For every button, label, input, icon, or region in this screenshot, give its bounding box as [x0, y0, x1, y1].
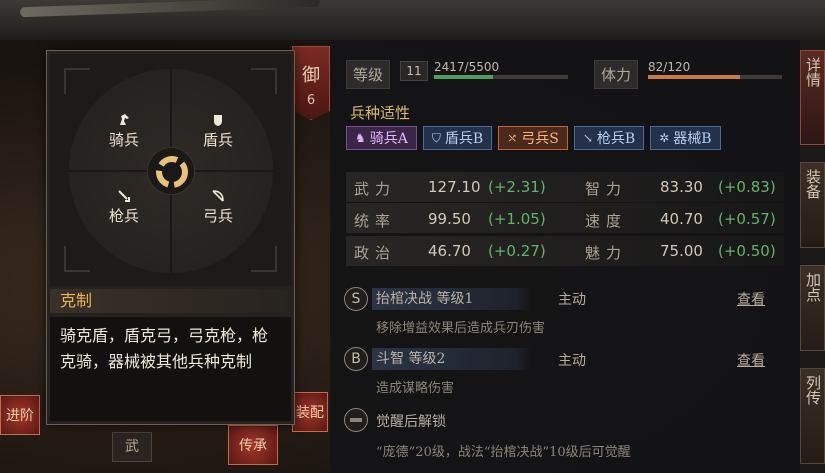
- corner-ornament: [64, 68, 90, 94]
- exp-text: 2417/5500: [434, 60, 500, 74]
- equipment-tab[interactable]: 装备: [800, 162, 825, 248]
- skill-view-link[interactable]: 查看: [737, 350, 765, 370]
- bow-icon: [212, 190, 224, 202]
- stat-value-politics: 46.70: [428, 242, 471, 260]
- defense-tag: 御 6: [292, 46, 330, 120]
- stat-bonus-speed: (+0.57): [718, 210, 776, 228]
- stat-bonus-politics: (+0.27): [488, 242, 546, 260]
- defense-value: 6: [306, 93, 316, 108]
- inherit-button-label: 传承: [239, 438, 267, 454]
- stamina-bar-fill: [648, 75, 740, 79]
- wheel-unit-label: 弓兵: [202, 207, 233, 225]
- stat-value-charisma: 75.00: [660, 242, 703, 260]
- awaken-lock-icon: [344, 408, 368, 432]
- corner-ornament: [251, 246, 277, 272]
- stat-value-speed: 40.70: [660, 210, 703, 228]
- stat-name-charisma: 魅力: [585, 244, 628, 262]
- skill-view-link[interactable]: 查看: [737, 289, 765, 309]
- skill-grade-badge: S: [344, 287, 368, 311]
- wheel-unit-bow: 弓兵: [188, 189, 248, 226]
- wheel-unit-label: 盾兵: [202, 131, 233, 149]
- skill-description: 移除增益效果后造成兵刃伤害: [376, 321, 546, 336]
- counter-tooltip: 骑兵 盾兵 枪兵 弓兵 克制 骑克盾，盾克弓，弓克枪，枪克骑，器械被其他兵种克制: [46, 50, 295, 425]
- stat-bonus-charisma: (+0.50): [718, 242, 776, 260]
- troop-chip-shield[interactable]: ⛉ 盾兵B: [422, 126, 493, 150]
- stat-bonus-force: (+2.31): [488, 178, 546, 196]
- troop-chip-cavalry[interactable]: ♞ 骑兵A: [346, 126, 417, 150]
- advance-button-label: 进阶: [6, 408, 34, 424]
- troop-chip-label: 盾兵B: [444, 131, 484, 147]
- wheel-unit-label: 骑兵: [108, 131, 139, 149]
- wheel-unit-label: 枪兵: [108, 207, 139, 225]
- shield-icon: [214, 115, 222, 126]
- troop-chip-label: 器械B: [673, 131, 712, 147]
- troop-chip-siege[interactable]: ✲ 器械B: [650, 126, 721, 150]
- horse-icon: ♞: [355, 131, 366, 145]
- stat-name-politics: 政治: [354, 244, 397, 262]
- troop-chip-label: 弓兵S: [521, 131, 559, 147]
- stat-bonus-command: (+1.05): [488, 210, 546, 228]
- skill-grade-badge: B: [344, 347, 368, 371]
- troop-chip-spear[interactable]: ↘ 枪兵B: [573, 126, 645, 150]
- troop-chip-label: 枪兵B: [596, 131, 636, 147]
- skill-description: 造成谋略伤害: [376, 381, 455, 396]
- awaken-description: “庞德”20级，战法“抬棺决战”10级后可觉醒: [376, 445, 631, 460]
- stat-name-force: 武力: [354, 180, 397, 198]
- stat-name-intelligence: 智力: [585, 180, 628, 198]
- shield-icon: ⛉: [431, 130, 441, 145]
- wheel-unit-shield: 盾兵: [188, 113, 248, 150]
- troop-aptitude-title: 兵种适性: [350, 104, 411, 122]
- level-label: 等级: [346, 60, 391, 89]
- skill-name: 斗智 等级2: [372, 348, 532, 370]
- skill-type: 主动: [558, 292, 586, 308]
- spear-icon: ↘: [582, 131, 593, 145]
- corner-ornament: [64, 246, 90, 272]
- stamina-bar: [648, 75, 782, 79]
- skill-name: 抬棺决战 等级1: [372, 288, 532, 310]
- counter-description: 骑克盾，盾克弓，弓克枪，枪克骑，器械被其他兵种克制: [50, 317, 291, 421]
- points-tab[interactable]: 加点: [800, 265, 825, 351]
- inherit-button[interactable]: 传承: [228, 425, 278, 465]
- tab-wu[interactable]: 武: [112, 432, 152, 462]
- exp-bar-fill: [434, 75, 493, 79]
- stamina-label: 体力: [594, 60, 639, 89]
- stamina-text: 82/120: [648, 60, 691, 74]
- counter-wheel: 骑兵 盾兵 枪兵 弓兵: [69, 69, 273, 273]
- spear-icon: [118, 190, 130, 202]
- detail-tab[interactable]: 详情: [800, 50, 825, 145]
- equip-button-label: 装配: [296, 405, 324, 421]
- bow-icon: ⤯: [507, 131, 518, 145]
- biography-tab[interactable]: 列传: [800, 368, 825, 464]
- cycle-center: [147, 147, 195, 195]
- troop-chip-bow[interactable]: ⤯ 弓兵S: [498, 126, 568, 150]
- wheel-unit-cavalry: 骑兵: [94, 113, 154, 150]
- stat-name-command: 统率: [354, 212, 397, 230]
- counter-title: 克制: [50, 289, 291, 313]
- stat-name-speed: 速度: [585, 212, 628, 230]
- troop-chip-label: 骑兵A: [369, 131, 408, 147]
- equip-button[interactable]: 装配: [292, 392, 328, 432]
- stat-value-command: 99.50: [428, 210, 471, 228]
- advance-button[interactable]: 进阶: [0, 395, 40, 435]
- stat-value-intelligence: 83.30: [660, 178, 703, 196]
- exp-bar: [434, 75, 568, 79]
- wheel-unit-spear: 枪兵: [94, 189, 154, 226]
- gear-icon: ✲: [659, 131, 670, 145]
- stat-bonus-intelligence: (+0.83): [718, 178, 776, 196]
- counter-wheel-area: 骑兵 盾兵 枪兵 弓兵: [50, 54, 291, 286]
- horse-icon: [120, 114, 129, 125]
- defense-label: 御: [302, 65, 320, 86]
- stat-value-force: 127.10: [428, 178, 481, 196]
- corner-ornament: [251, 68, 277, 94]
- cycle-arrows-icon: [156, 156, 188, 188]
- skill-type: 主动: [558, 353, 586, 369]
- troop-chip-row: ♞ 骑兵A ⛉ 盾兵B ⤯ 弓兵S ↘ 枪兵B ✲ 器械B: [346, 126, 721, 150]
- awaken-title: 觉醒后解锁: [376, 414, 446, 430]
- level-value: 11: [400, 61, 428, 81]
